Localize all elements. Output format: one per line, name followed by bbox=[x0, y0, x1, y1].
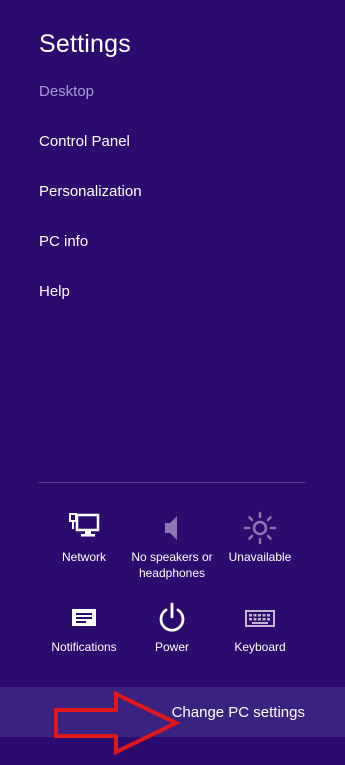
volume-label-line2: headphones bbox=[138, 566, 206, 580]
change-pc-settings-link[interactable]: Change PC settings bbox=[172, 704, 305, 721]
brightness-icon bbox=[243, 511, 277, 545]
keyboard-tile[interactable]: Keyboard bbox=[216, 601, 304, 655]
brightness-label: Unavailable bbox=[228, 550, 292, 564]
menu-item-help[interactable]: Help bbox=[39, 283, 142, 333]
network-icon bbox=[67, 511, 101, 545]
brightness-tile[interactable]: Unavailable bbox=[216, 511, 304, 565]
volume-tile[interactable]: No speakers or headphones bbox=[128, 511, 216, 581]
network-tile[interactable]: Network bbox=[40, 511, 128, 565]
volume-label-line1: No speakers or bbox=[131, 550, 213, 564]
page-title: Settings bbox=[39, 30, 131, 58]
keyboard-label: Keyboard bbox=[234, 640, 286, 654]
notifications-label: Notifications bbox=[51, 640, 117, 654]
divider bbox=[39, 482, 305, 483]
notifications-icon bbox=[67, 601, 101, 635]
menu-item-personalization[interactable]: Personalization bbox=[39, 183, 142, 233]
power-icon bbox=[155, 601, 189, 635]
context-label: Desktop bbox=[39, 83, 95, 100]
settings-menu: Control Panel Personalization PC info He… bbox=[39, 133, 142, 333]
menu-item-control-panel[interactable]: Control Panel bbox=[39, 133, 142, 183]
menu-item-pc-info[interactable]: PC info bbox=[39, 233, 142, 283]
network-label: Network bbox=[61, 550, 106, 564]
keyboard-icon bbox=[243, 601, 277, 635]
power-tile[interactable]: Power bbox=[128, 601, 216, 655]
notifications-tile[interactable]: Notifications bbox=[40, 601, 128, 655]
power-label: Power bbox=[154, 640, 189, 654]
speaker-icon bbox=[155, 511, 189, 545]
annotation-arrow-icon bbox=[54, 690, 181, 756]
